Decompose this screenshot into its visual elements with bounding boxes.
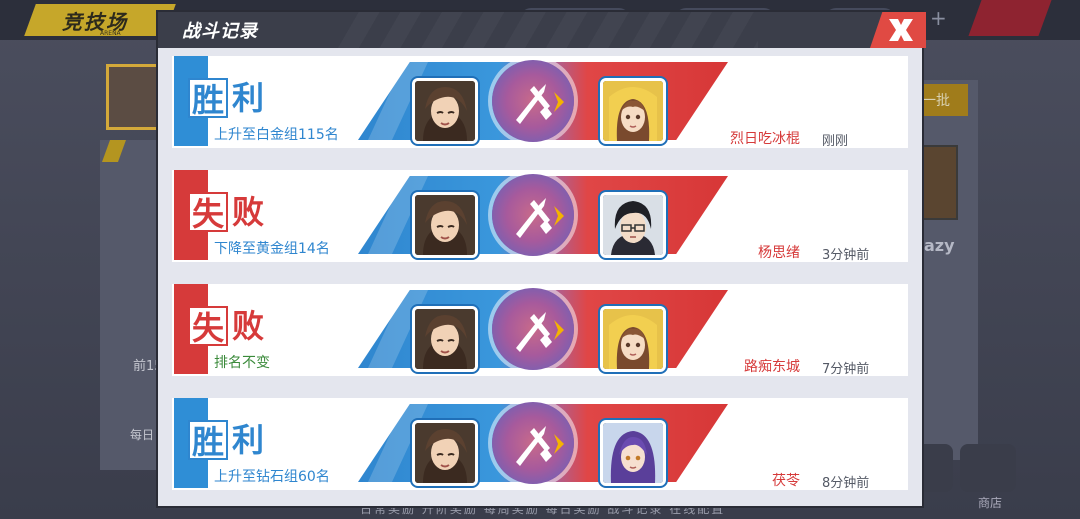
record-time: 刚刚 [822,134,849,149]
boy-glasses-avatar [600,192,666,258]
record-row[interactable]: 失 败 下降至黄金组14名 杨思绪 3分钟前 [172,166,908,264]
player-portrait [412,192,478,258]
record-time: 8分钟前 [822,476,870,491]
record-time: 7分钟前 [822,362,870,377]
crossed-swords-icon [516,198,564,238]
record-row[interactable]: 胜 利 上升至钻石组60名 茯苓 8分钟前 [172,394,908,492]
result-char-1: 胜 [188,78,228,119]
opponent-card[interactable] [918,145,958,220]
record-row[interactable]: 失 败 排名不变 路痴东城 7分钟前 [172,280,908,378]
opponent-name: 路痴东城 [744,359,800,375]
crossed-swords-icon [516,426,564,466]
girl-purple-hair-avatar [600,420,666,486]
rank-change: 排名不变 [214,355,270,371]
modal-title: 战斗记录 [182,21,258,42]
player-portrait [412,420,478,486]
shop-label: 商店 [978,496,1003,510]
opponent-name: 杨思绪 [758,245,800,261]
result-char-2: 败 [232,193,265,231]
close-button[interactable] [870,12,926,48]
result-char-1: 胜 [188,420,228,461]
rank-change: 上升至钻石组60名 [214,469,330,485]
refresh-label: 一批 [922,93,950,109]
modal-header: 战斗记录 [158,12,922,48]
daily-label: 每日 [130,428,155,442]
player-portrait [412,78,478,144]
result-char-2: 败 [232,307,265,345]
screen-subtitle: ARENA [100,30,121,37]
add-currency-icon[interactable]: + [930,6,947,30]
screen-close-button[interactable] [968,0,1052,36]
player-avatar[interactable] [106,64,166,130]
battle-record-modal: 战斗记录 胜 利 上升至白金组115名 烈日吃冰棍 刚刚 失 败 下降至黄金组1… [158,12,926,506]
shop-button[interactable] [960,444,1016,492]
result-char-2: 利 [232,79,265,117]
close-x-icon [889,19,913,41]
girl-yellow-hood-avatar [600,306,666,372]
result-char-1: 失 [188,306,228,347]
header-stripe [338,12,758,48]
record-row[interactable]: 胜 利 上升至白金组115名 烈日吃冰棍 刚刚 [172,52,908,150]
crossed-swords-icon [516,84,564,124]
result-char-2: 利 [232,421,265,459]
opponent-name: 烈日吃冰棍 [730,131,800,147]
crazy-label: azy [924,236,955,255]
crossed-swords-icon [516,312,564,352]
result-char-1: 失 [188,192,228,233]
record-time: 3分钟前 [822,248,870,263]
rank-change: 下降至黄金组14名 [214,241,330,257]
rank-change: 上升至白金组115名 [214,127,339,143]
opponent-name: 茯苓 [772,473,800,489]
player-portrait [412,306,478,372]
girl-yellow-hood-avatar [600,78,666,144]
